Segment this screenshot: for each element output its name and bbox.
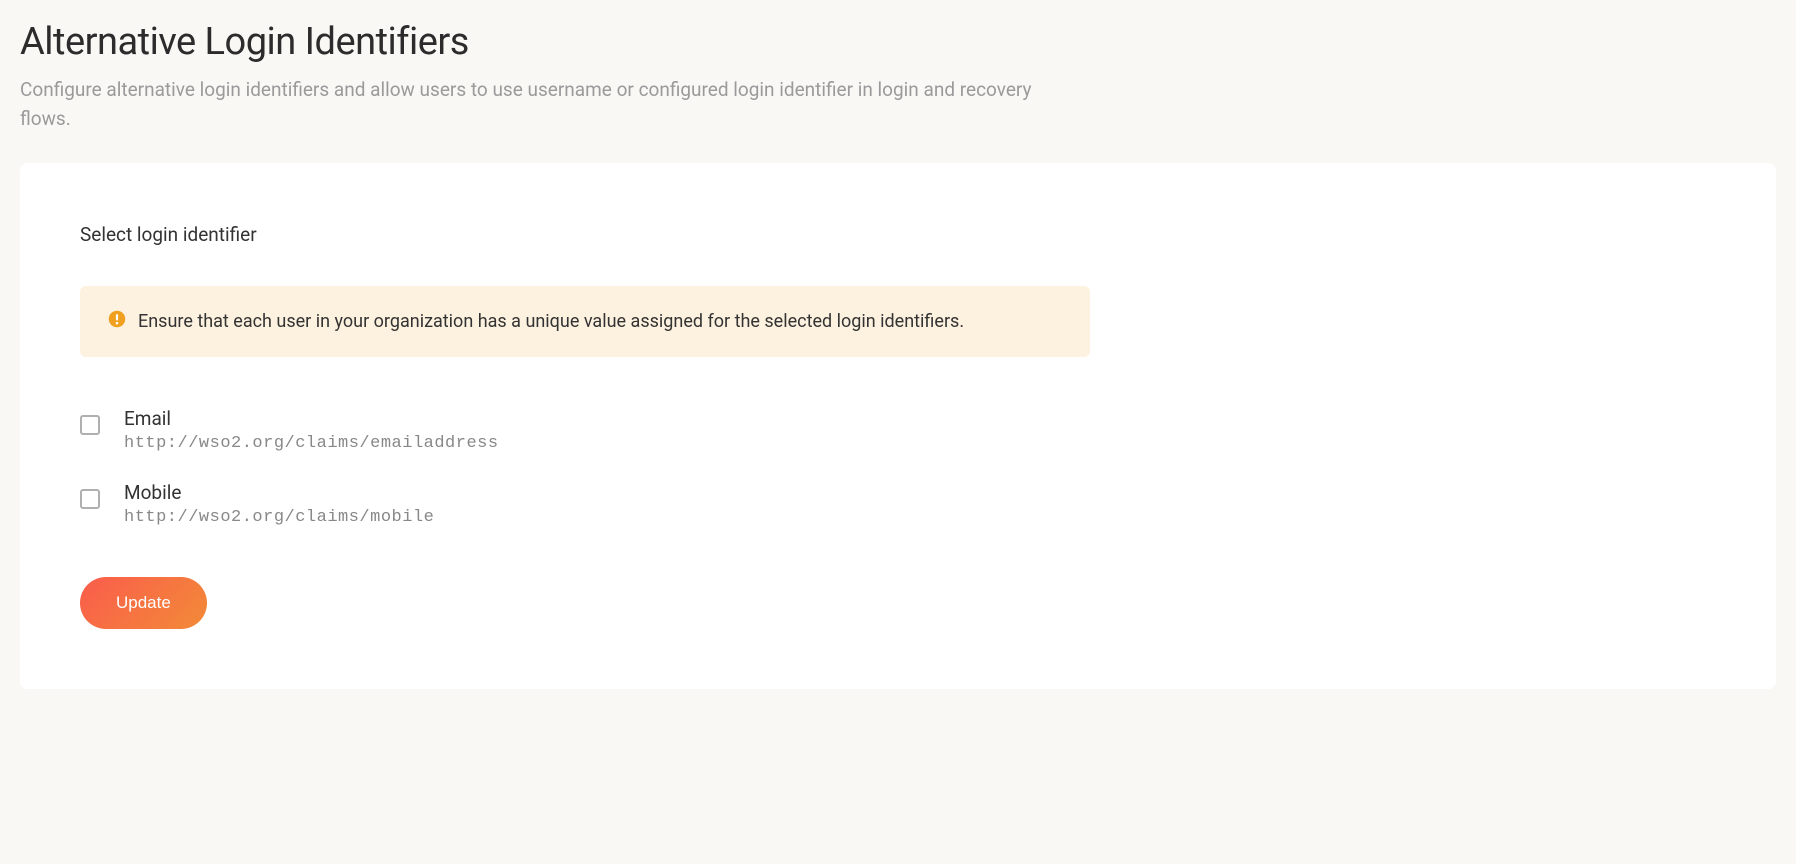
page-title: Alternative Login Identifiers xyxy=(20,20,1776,64)
warning-icon xyxy=(108,310,126,328)
settings-card: Select login identifier Ensure that each… xyxy=(20,163,1776,689)
page-header: Alternative Login Identifiers Configure … xyxy=(20,20,1776,133)
identifier-content: Mobile http://wso2.org/claims/mobile xyxy=(124,481,434,527)
identifier-claim: http://wso2.org/claims/emailaddress xyxy=(124,434,499,453)
identifier-item-email: Email http://wso2.org/claims/emailaddres… xyxy=(80,407,1716,453)
section-label: Select login identifier xyxy=(80,223,1716,246)
identifier-checkbox-mobile[interactable] xyxy=(80,489,100,509)
identifier-item-mobile: Mobile http://wso2.org/claims/mobile xyxy=(80,481,1716,527)
identifier-checkbox-email[interactable] xyxy=(80,415,100,435)
update-button[interactable]: Update xyxy=(80,577,207,629)
info-banner: Ensure that each user in your organizati… xyxy=(80,286,1090,357)
info-banner-text: Ensure that each user in your organizati… xyxy=(138,308,964,335)
identifier-list: Email http://wso2.org/claims/emailaddres… xyxy=(80,407,1716,527)
page-description: Configure alternative login identifiers … xyxy=(20,76,1080,133)
identifier-content: Email http://wso2.org/claims/emailaddres… xyxy=(124,407,499,453)
identifier-claim: http://wso2.org/claims/mobile xyxy=(124,508,434,527)
identifier-label: Mobile xyxy=(124,481,434,504)
identifier-label: Email xyxy=(124,407,499,430)
